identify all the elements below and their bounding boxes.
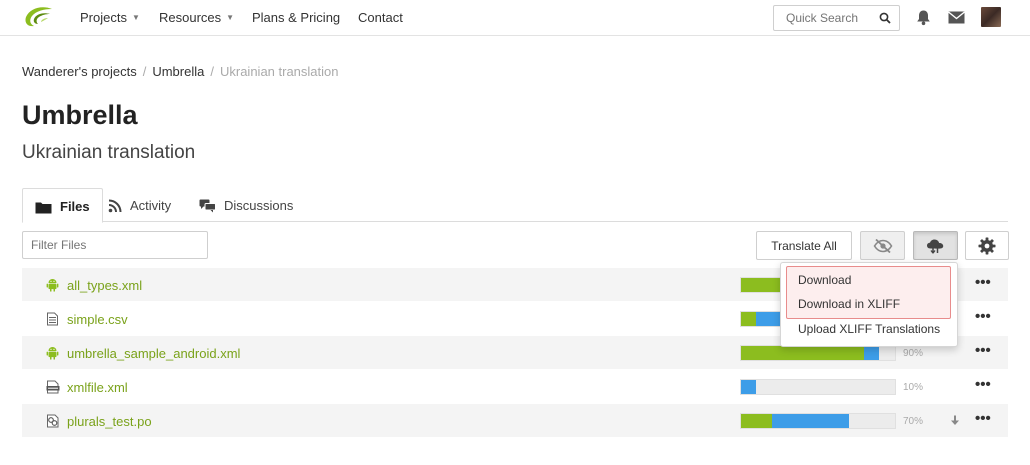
file-link[interactable]: all_types.xml — [67, 278, 142, 293]
page-subtitle: Ukrainian translation — [22, 142, 196, 163]
nav-plans-pricing[interactable]: Plans & Pricing — [252, 10, 340, 25]
more-options-icon[interactable]: ••• — [975, 274, 991, 291]
hide-completed-button[interactable] — [860, 231, 905, 260]
nav-plans-label: Plans & Pricing — [252, 10, 341, 25]
breadcrumb-separator: / — [210, 64, 214, 79]
file-link[interactable]: plurals_test.po — [67, 414, 152, 429]
folder-icon — [35, 202, 52, 214]
nav-projects-label: Projects — [80, 10, 127, 25]
progress-percent: 90% — [903, 348, 924, 359]
approved-progress — [741, 380, 756, 394]
file-link[interactable]: umbrella_sample_android.xml — [67, 346, 240, 361]
top-navbar: Projects ▼ Resources ▼ Plans & Pricing Con… — [0, 0, 1030, 36]
nav-contact-label: Contact — [358, 10, 403, 25]
more-options-icon[interactable]: ••• — [975, 308, 991, 325]
quick-search — [773, 5, 900, 31]
progress-bar — [740, 345, 896, 361]
file-link[interactable]: simple.csv — [67, 312, 128, 327]
nav-contact[interactable]: Contact — [358, 10, 403, 25]
download-dropdown-menu: Download Download in XLIFF Upload XLIFF … — [780, 262, 958, 347]
progress-bar — [740, 413, 896, 429]
approved-progress — [772, 414, 849, 428]
filter-files — [22, 231, 208, 259]
breadcrumb-projects[interactable]: Wanderer's projects — [22, 64, 137, 79]
rss-icon — [108, 199, 122, 213]
tab-discussions[interactable]: Discussions — [199, 188, 293, 222]
chevron-down-icon: ▼ — [226, 13, 235, 22]
nav-resources[interactable]: Resources ▼ — [159, 10, 234, 25]
nav-resources-label: Resources — [159, 10, 222, 25]
more-options-icon[interactable]: ••• — [975, 342, 991, 359]
breadcrumb-separator: / — [142, 64, 147, 79]
file-link[interactable]: xmlfile.xml — [67, 380, 128, 395]
file-row[interactable]: plurals_test.po 70% ••• — [22, 404, 1008, 438]
mail-icon[interactable] — [948, 11, 965, 24]
progress-percent: 70% — [903, 416, 924, 427]
tab-activity-label: Activity — [130, 198, 172, 213]
download-arrow-icon[interactable] — [950, 415, 960, 426]
tab-files-label: Files — [60, 199, 90, 214]
csv-icon — [47, 312, 58, 326]
android-icon — [46, 347, 59, 360]
xml-icon — [46, 380, 60, 394]
progress-bar — [740, 379, 896, 395]
eye-slash-icon — [873, 238, 892, 253]
cloud-transfer-icon — [926, 239, 943, 253]
breadcrumb: Wanderer's projects / Umbrella / Ukrainian t… — [22, 64, 339, 79]
po-icon — [47, 414, 59, 428]
page-title: Umbrella — [22, 100, 138, 130]
translated-progress — [741, 414, 772, 428]
progress-percent: 10% — [903, 382, 924, 393]
chevron-down-icon: ▼ — [131, 13, 140, 22]
more-options-icon[interactable]: ••• — [975, 410, 991, 427]
tab-activity[interactable]: Activity — [108, 188, 171, 222]
avatar[interactable] — [981, 7, 1001, 27]
menu-item-download[interactable]: Download — [798, 273, 851, 287]
crowdin-logo-icon[interactable] — [24, 6, 54, 28]
more-options-icon[interactable]: ••• — [975, 376, 991, 393]
translated-progress — [741, 312, 756, 326]
tab-bar: Files Activity Discussions — [22, 188, 1008, 223]
settings-button[interactable] — [965, 231, 1009, 260]
menu-item-upload-xliff[interactable]: Upload XLIFF Translations — [798, 322, 940, 336]
tab-discussions-label: Discussions — [224, 198, 294, 213]
translated-progress — [741, 278, 781, 292]
search-input[interactable] — [774, 6, 874, 30]
gear-icon — [978, 237, 996, 254]
translate-all-button[interactable]: Translate All — [756, 231, 852, 260]
file-row[interactable]: xmlfile.xml 10% ••• — [22, 370, 1008, 404]
tab-files[interactable]: Files — [22, 188, 103, 223]
breadcrumb-current: Ukrainian translation — [219, 64, 339, 79]
search-icon[interactable] — [879, 12, 891, 24]
download-menu-button[interactable] — [913, 231, 958, 260]
filter-files-input[interactable] — [23, 232, 203, 258]
android-icon — [46, 279, 59, 292]
translated-progress — [741, 346, 864, 360]
bell-icon[interactable] — [916, 9, 931, 26]
nav-projects[interactable]: Projects ▼ — [80, 10, 140, 25]
menu-item-download-xliff[interactable]: Download in XLIFF — [798, 297, 900, 311]
breadcrumb-umbrella[interactable]: Umbrella — [152, 64, 204, 79]
discussion-icon — [199, 199, 216, 213]
approved-progress — [864, 346, 879, 360]
